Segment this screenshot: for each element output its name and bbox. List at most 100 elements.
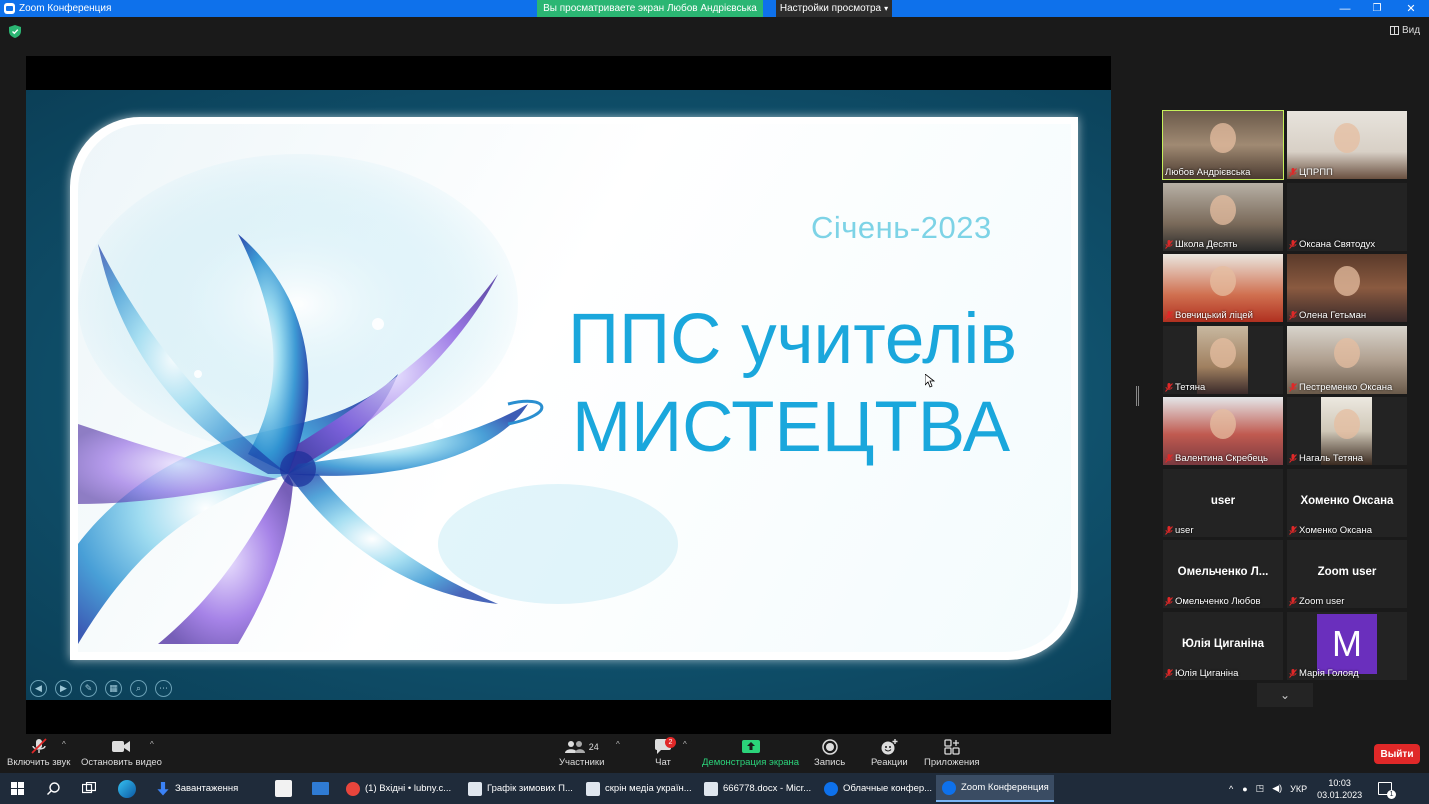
participant-name-label: Валентина Скребець <box>1165 453 1268 464</box>
stop-video-label: Остановить видео <box>81 757 162 768</box>
task-view-icon[interactable] <box>82 782 96 795</box>
microphone-icon[interactable]: ● <box>1242 784 1247 794</box>
muted-mic-icon <box>1289 525 1297 535</box>
taskbar-item[interactable]: Zoom Конференция <box>936 775 1054 802</box>
participant-name: Марія Голояд <box>1299 667 1359 679</box>
participant-tile[interactable]: Юлія Циганіна Юлія Циганіна <box>1163 611 1283 680</box>
reactions-label: Реакции <box>871 757 908 768</box>
taskbar-item[interactable]: Облачные конфер... <box>818 775 933 802</box>
gallery-next-page-button[interactable]: ⌄ <box>1257 683 1313 707</box>
taskbar-item-label: Zoom Конференция <box>961 782 1049 793</box>
participant-name-label: Олена Гетьман <box>1289 310 1366 321</box>
view-button[interactable]: Вид <box>1390 25 1420 36</box>
minimize-icon: — <box>1339 2 1351 15</box>
close-icon: ✕ <box>1406 3 1416 15</box>
participant-name: Хоменко Оксана <box>1299 524 1372 536</box>
show-hidden-icons-icon[interactable]: ^ <box>1229 784 1233 794</box>
participant-tile[interactable]: Тетяна <box>1163 325 1283 394</box>
network-icon[interactable]: ◳ <box>1256 783 1265 794</box>
view-settings-label: Настройки просмотра <box>779 3 882 14</box>
taskbar-item[interactable]: (1) Вхідні • lubny.c... <box>340 775 455 802</box>
muted-mic-icon <box>1165 382 1173 392</box>
participant-name: Школа Десять <box>1175 238 1238 250</box>
participant-tile[interactable]: Омельченко Л... Омельченко Любов <box>1163 540 1283 608</box>
taskbar-item-label: Облачные конфер... <box>843 783 933 794</box>
view-settings-button[interactable]: Настройки просмотра ▾ <box>776 0 892 17</box>
unmute-label: Включить звук <box>7 757 71 768</box>
reactions-button[interactable]: Реакции <box>871 738 908 768</box>
pen-icon[interactable]: ✎ <box>80 680 97 697</box>
taskbar-item[interactable]: Графік зимових П... <box>462 775 577 802</box>
participant-tile[interactable]: Хоменко Оксана Хоменко Оксана <box>1287 468 1407 537</box>
clock[interactable]: 10:03 03.01.2023 <box>1317 777 1362 801</box>
taskbar-item[interactable]: 666778.docx - Micr... <box>698 775 813 802</box>
clock-time: 10:03 <box>1328 777 1351 788</box>
speaker-icon[interactable]: ◀) <box>1272 783 1282 794</box>
record-button[interactable]: Запись <box>814 738 845 768</box>
store-app-icon[interactable] <box>275 780 292 797</box>
participant-display-name: Юлія Циганіна <box>1181 637 1265 650</box>
slide-title-line2: МИСТЕЦТВА <box>572 388 1011 467</box>
edge-browser-icon[interactable] <box>118 780 136 798</box>
chat-options-caret-icon[interactable]: ^ <box>683 740 687 749</box>
share-screen-label: Демонстрация экрана <box>702 757 800 768</box>
participant-tile[interactable]: Оксана Святодух <box>1287 182 1407 251</box>
participant-name-label: Юлія Циганіна <box>1165 668 1238 679</box>
keyboard-language[interactable]: УКР <box>1290 784 1307 794</box>
more-options-icon[interactable]: ⋯ <box>155 680 172 697</box>
taskbar-item[interactable]: скрін медіа україн... <box>580 775 695 802</box>
participant-tile[interactable]: Zoom user Zoom user <box>1287 540 1407 608</box>
audio-options-caret-icon[interactable]: ^ <box>62 740 66 749</box>
share-screen-icon <box>741 740 760 753</box>
apps-button[interactable]: Приложения <box>924 738 980 768</box>
share-screen-button[interactable]: Демонстрация экрана <box>702 738 799 768</box>
panel-resize-handle[interactable] <box>1136 386 1139 406</box>
unmute-button[interactable]: Включить звук <box>7 738 70 768</box>
video-options-caret-icon[interactable]: ^ <box>150 740 154 749</box>
participant-tile[interactable]: Школа Десять <box>1163 182 1283 251</box>
muted-mic-icon <box>1165 525 1173 535</box>
participant-name-label: Пестременко Оксана <box>1289 382 1392 393</box>
participant-face <box>1334 337 1360 368</box>
muted-mic-icon <box>1165 597 1173 606</box>
participant-tile[interactable]: Вовчицький ліцей <box>1163 254 1283 322</box>
taskbar-item[interactable]: Завантаження <box>150 775 265 802</box>
participant-tile[interactable]: Любов Андрієвська <box>1162 110 1284 180</box>
participant-name: Zoom user <box>1299 596 1345 607</box>
next-slide-icon[interactable]: ▶ <box>55 680 72 697</box>
participant-tile[interactable]: M Марія Голояд <box>1287 611 1407 680</box>
participant-name: user <box>1175 524 1194 536</box>
participant-tile[interactable]: Нагаль Тетяна <box>1287 397 1407 465</box>
participants-button[interactable]: 24 Участники <box>559 738 604 768</box>
taskbar-item-label: (1) Вхідні • lubny.c... <box>365 783 452 794</box>
participant-tile[interactable]: Пестременко Оксана <box>1287 325 1407 394</box>
leave-meeting-button[interactable]: Выйти <box>1374 744 1420 764</box>
participant-tile[interactable]: Валентина Скребець <box>1163 397 1283 465</box>
participant-tile[interactable]: user user <box>1163 468 1283 537</box>
zoom-icon[interactable]: ⌕ <box>130 680 147 697</box>
participant-tile[interactable]: Олена Гетьман <box>1287 254 1407 322</box>
chat-unread-badge: 2 <box>665 737 676 748</box>
app-icon <box>157 781 169 796</box>
chevron-down-icon: ▾ <box>884 4 889 13</box>
participant-tile[interactable]: ЦПРПП <box>1287 111 1407 179</box>
presentation-slide: Січень-2023 ППС учителів МИСТЕЦТВА ◀ ▶ ✎… <box>26 90 1111 700</box>
notifications-button[interactable]: 1 <box>1378 782 1397 799</box>
app-icon <box>704 781 718 796</box>
participant-name: Валентина Скребець <box>1175 453 1269 464</box>
search-icon[interactable] <box>47 782 60 795</box>
participant-name-label: Нагаль Тетяна <box>1289 453 1363 464</box>
video-camera-icon <box>112 741 131 752</box>
participants-options-caret-icon[interactable]: ^ <box>616 740 620 749</box>
previous-slide-icon[interactable]: ◀ <box>30 680 47 697</box>
minimize-button[interactable]: — <box>1329 0 1361 17</box>
participant-face <box>1209 337 1236 368</box>
participant-name: Олена Гетьман <box>1299 310 1367 321</box>
slides-grid-icon[interactable]: ▦ <box>105 680 122 697</box>
close-button[interactable]: ✕ <box>1395 0 1427 17</box>
taskbar-item-label: Графік зимових П... <box>487 783 573 794</box>
shield-icon[interactable] <box>9 25 21 38</box>
mail-app-icon[interactable] <box>312 782 329 795</box>
maximize-button[interactable]: ❐ <box>1361 0 1393 17</box>
windows-start-icon[interactable] <box>11 782 24 795</box>
